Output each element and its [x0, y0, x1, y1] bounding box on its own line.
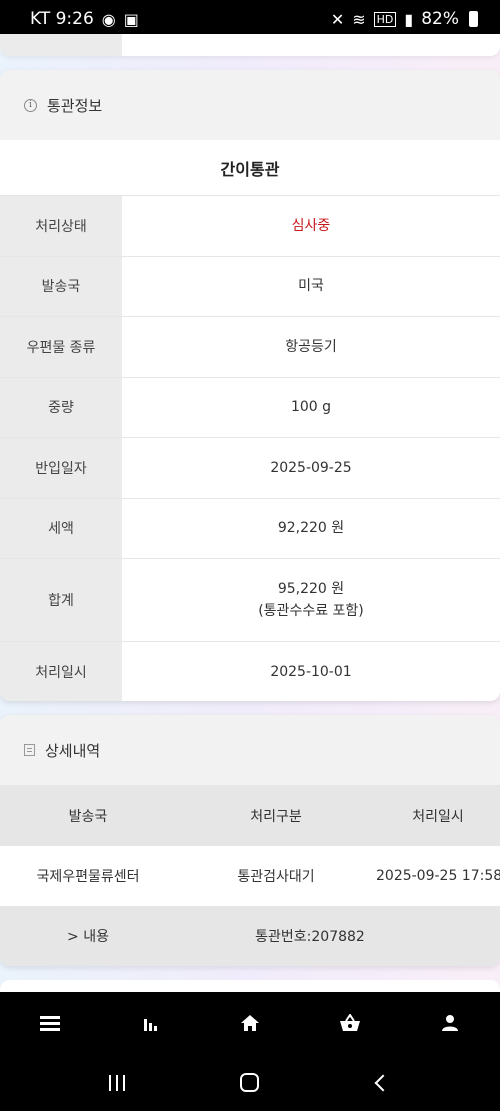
value-weight: 100 g [290, 399, 332, 416]
signal-icon: ▮ [404, 9, 414, 29]
content-toggle[interactable]: > 내용 [0, 926, 176, 946]
wifi-icon: ≋ [352, 9, 366, 29]
details-title: 상세내역 [45, 741, 101, 760]
details-footer: > 내용 통관번호:207882 [0, 906, 500, 966]
label-tax: 세액 [0, 498, 122, 558]
info-icon: i [24, 98, 37, 112]
value-origin-country: 미국 [298, 278, 324, 295]
details-header: 상세내역 [0, 715, 500, 785]
value-mail-type: 항공등기 [285, 338, 337, 355]
value-total-note: (통관수수료 포함) [258, 603, 364, 619]
label-status: 처리상태 [0, 196, 122, 256]
hd-icon: HD [373, 11, 397, 27]
col-origin: 발송국 [68, 808, 108, 825]
customs-info-card: i 통관정보 간이통관 처리상태 심사중 발송국 미국 우편물 종류 항공등기 … [0, 70, 500, 701]
previous-card [0, 34, 500, 56]
carrier-time: KT 9:26 [30, 9, 94, 29]
table-row: 국제우편물류센터 통관검사대기 2025-09-25 17:58 [0, 846, 500, 906]
menu-icon [40, 1016, 60, 1031]
battery-percent: 82% [421, 9, 459, 29]
cell-type: 통관검사대기 [237, 869, 315, 885]
profile-button[interactable] [420, 1003, 480, 1043]
row-tax: 세액 92,220 원 [0, 498, 500, 559]
label-mail-type: 우편물 종류 [0, 317, 122, 377]
list-icon [24, 744, 35, 756]
cell-origin: 국제우편물류센터 [36, 869, 140, 885]
home-button[interactable] [220, 1003, 280, 1043]
value-total: 95,220 원 (통관수수료 포함) [122, 559, 500, 641]
status-bar: KT 9:26 ◉ ▣ ✕ ≋ HD ▮ 82% [0, 0, 500, 38]
cast-icon: ◉ [101, 9, 116, 29]
cell-datetime: 2025-09-25 17:58 [376, 868, 500, 884]
home-icon [241, 1015, 259, 1031]
row-total: 합계 95,220 원 (통관수수료 포함) [0, 559, 500, 642]
label-origin-country: 발송국 [0, 256, 122, 316]
battery-icon [469, 11, 478, 27]
back-icon [374, 1074, 392, 1091]
row-mail-type: 우편물 종류 항공등기 [0, 317, 500, 378]
customs-info-title: 통관정보 [47, 96, 103, 115]
value-tax: 92,220 원 [277, 520, 345, 537]
person-icon [442, 1015, 458, 1031]
row-status: 처리상태 심사중 [0, 196, 500, 257]
chart-button[interactable] [120, 1003, 180, 1043]
customs-info-header: i 통관정보 [0, 70, 500, 140]
col-datetime: 처리일시 [412, 808, 464, 825]
value-import-date: 2025-09-25 [270, 459, 352, 476]
label-import-date: 반입일자 [0, 438, 122, 498]
value-processed-date: 2025-10-01 [270, 664, 352, 680]
gallery-icon: ▣ [123, 9, 139, 29]
col-type: 처리구분 [250, 808, 302, 825]
system-nav-bar [0, 1054, 500, 1111]
customs-type: 간이통관 [0, 140, 500, 196]
label-processed-date: 처리일시 [0, 642, 122, 701]
back-button[interactable] [353, 1063, 413, 1103]
recents-icon [108, 1074, 125, 1091]
value-status: 심사중 [291, 217, 331, 234]
recents-button[interactable] [87, 1063, 147, 1103]
app-nav-bar [0, 992, 500, 1054]
basket-button[interactable] [320, 1003, 380, 1043]
customs-number: 통관번호:207882 [255, 929, 365, 945]
row-processed-date: 처리일시 2025-10-01 [0, 642, 500, 701]
value-total-amount: 95,220 원 [277, 581, 345, 597]
menu-button[interactable] [20, 1003, 80, 1043]
details-card: 상세내역 발송국 처리구분 처리일시 국제우편물류센터 통관검사대기 2025-… [0, 715, 500, 966]
row-import-date: 반입일자 2025-09-25 [0, 438, 500, 499]
label-total: 합계 [0, 559, 122, 641]
row-weight: 중량 100 g [0, 377, 500, 438]
details-table-header: 발송국 처리구분 처리일시 [0, 785, 500, 846]
label-weight: 중량 [0, 377, 122, 437]
system-home-button[interactable] [220, 1063, 280, 1103]
mute-icon: ✕ [330, 9, 345, 29]
basket-icon [340, 1014, 360, 1031]
system-home-icon [240, 1073, 260, 1092]
row-origin-country: 발송국 미국 [0, 256, 500, 317]
chart-icon [143, 1015, 157, 1031]
